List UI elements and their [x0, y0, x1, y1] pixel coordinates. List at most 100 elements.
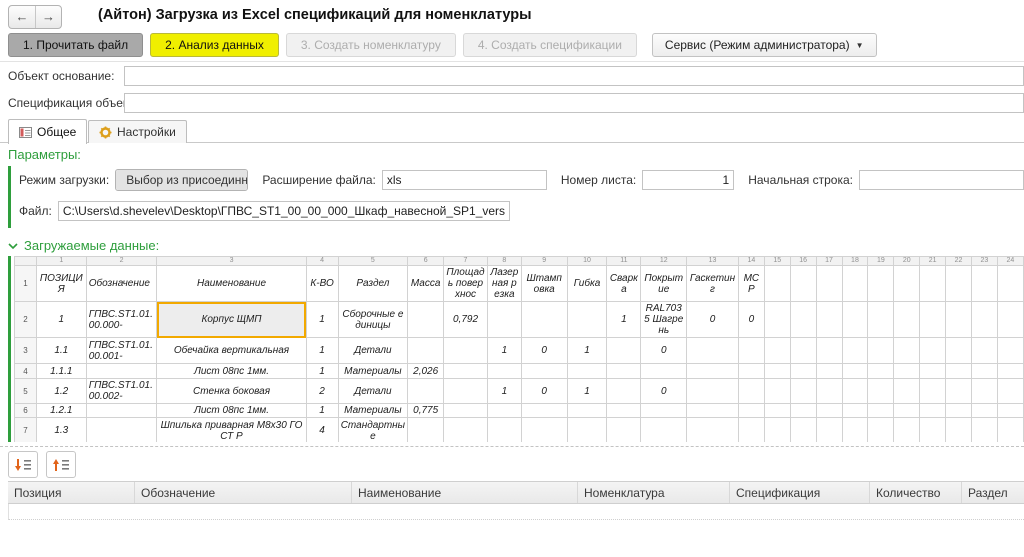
grid-cell[interactable] [407, 337, 445, 364]
grid-empty-cell[interactable] [919, 265, 947, 302]
grid-empty-cell[interactable] [867, 265, 895, 302]
grid-cell[interactable] [566, 417, 608, 442]
grid-empty-cell[interactable] [996, 301, 1024, 338]
grid-cell[interactable]: 1 [566, 337, 608, 364]
grid-cell[interactable] [606, 417, 642, 442]
grid-empty-cell[interactable] [945, 265, 972, 302]
grid-cell[interactable] [443, 417, 488, 442]
grid-empty-cell[interactable] [945, 363, 972, 379]
splitter-handle[interactable] [0, 446, 1024, 447]
grid-cell[interactable] [443, 403, 488, 418]
step-analyze-data-button[interactable]: 2. Анализ данных [150, 33, 279, 57]
grid-cell[interactable]: ГПВС.ST1.01.00.000- [85, 301, 158, 338]
grid-cell[interactable]: 1.1 [35, 337, 87, 364]
grid-cell[interactable] [407, 378, 445, 404]
grid-empty-cell[interactable] [763, 337, 791, 364]
grid-header-cell[interactable]: Лазерная резка [486, 265, 522, 302]
grid-cell[interactable] [566, 301, 608, 338]
grid-empty-cell[interactable] [945, 378, 972, 404]
grid-cell[interactable] [606, 403, 642, 418]
grid-cell[interactable]: Материалы [337, 363, 409, 379]
base-object-input[interactable] [124, 66, 1024, 86]
grid-cell[interactable] [85, 363, 158, 379]
grid-cell[interactable]: 2,026 [407, 363, 445, 379]
file-extension-input[interactable] [381, 170, 547, 190]
grid-empty-cell[interactable] [893, 403, 921, 418]
step-read-file-button[interactable]: 1. Прочитать файл [8, 33, 144, 57]
grid-empty-cell[interactable] [970, 378, 998, 404]
grid-empty-cell[interactable] [841, 417, 869, 442]
grid-header-cell[interactable]: Штамповка [520, 265, 568, 302]
grid-cell[interactable]: Детали [337, 337, 409, 364]
grid-cell[interactable] [640, 363, 688, 379]
grid-cell[interactable]: Материалы [337, 403, 409, 418]
grid-cell[interactable]: 1 [486, 378, 522, 404]
grid-header-cell[interactable]: Наименование [156, 265, 307, 302]
grid-empty-cell[interactable] [919, 378, 947, 404]
grid-header-cell[interactable]: Покрытие [640, 265, 688, 302]
sheet-number-input[interactable] [642, 170, 735, 190]
grid-header-cell[interactable]: МСР [737, 265, 765, 302]
grid-empty-cell[interactable] [893, 363, 921, 379]
grid-empty-cell[interactable] [893, 417, 921, 442]
grid-empty-cell[interactable] [815, 378, 843, 404]
grid-cell[interactable]: 0,775 [407, 403, 445, 418]
grid-empty-cell[interactable] [996, 378, 1024, 404]
grid-cell[interactable]: 0 [520, 337, 568, 364]
grid-cell[interactable] [486, 417, 522, 442]
grid-cell[interactable]: 1 [305, 301, 339, 338]
object-spec-input[interactable] [124, 93, 1024, 113]
grid-cell[interactable] [407, 417, 445, 442]
grid-header-cell[interactable]: Масса [407, 265, 445, 302]
file-path-input[interactable] [57, 201, 510, 221]
grid-empty-cell[interactable] [815, 417, 843, 442]
grid-empty-cell[interactable] [945, 417, 972, 442]
grid-empty-cell[interactable] [841, 265, 869, 302]
result-col-name[interactable]: Наименование [352, 482, 578, 503]
grid-header-cell[interactable]: Площадь поверхнос [443, 265, 488, 302]
grid-cell[interactable]: Шпилька приварная М8х30 ГОСТ Р [156, 417, 307, 442]
grid-cell[interactable] [640, 417, 688, 442]
grid-cell[interactable]: 1 [35, 301, 87, 338]
grid-cell[interactable] [640, 403, 688, 418]
grid-cell[interactable] [737, 417, 765, 442]
grid-cell[interactable]: Детали [337, 378, 409, 404]
grid-empty-cell[interactable] [789, 378, 817, 404]
grid-cell[interactable]: 1.2.1 [35, 403, 87, 418]
tab-settings[interactable]: Настройки [88, 120, 187, 143]
grid-empty-cell[interactable] [789, 265, 817, 302]
grid-header-cell[interactable]: ПОЗИЦИЯ [35, 265, 87, 302]
result-col-position[interactable]: Позиция [8, 482, 135, 503]
grid-empty-cell[interactable] [919, 337, 947, 364]
grid-empty-cell[interactable] [919, 417, 947, 442]
grid-empty-cell[interactable] [789, 403, 817, 418]
load-mode-option-attached[interactable]: Выбор из присоединненных [116, 170, 248, 190]
grid-empty-cell[interactable] [841, 403, 869, 418]
tab-general[interactable]: Общее [8, 119, 88, 144]
grid-cell[interactable]: 1 [305, 363, 339, 379]
grid-empty-cell[interactable] [893, 301, 921, 338]
grid-cell[interactable] [686, 378, 739, 404]
grid-cell[interactable] [606, 363, 642, 379]
grid-cell[interactable]: 0 [686, 301, 739, 338]
grid-cell[interactable]: 1.2 [35, 378, 87, 404]
grid-empty-cell[interactable] [763, 301, 791, 338]
grid-empty-cell[interactable] [789, 301, 817, 338]
result-table-body[interactable] [8, 504, 1024, 520]
grid-empty-cell[interactable] [841, 363, 869, 379]
loaded-data-section-header[interactable]: Загружаемые данные: [8, 238, 159, 253]
grid-header-cell[interactable]: Обозначение [85, 265, 158, 302]
grid-cell[interactable]: 1 [566, 378, 608, 404]
grid-empty-cell[interactable] [919, 403, 947, 418]
grid-empty-cell[interactable] [970, 265, 998, 302]
grid-empty-cell[interactable] [996, 417, 1024, 442]
grid-empty-cell[interactable] [867, 417, 895, 442]
grid-empty-cell[interactable] [763, 403, 791, 418]
grid-cell[interactable]: 1 [305, 403, 339, 418]
grid-cell[interactable] [686, 363, 739, 379]
grid-cell[interactable]: 1 [606, 301, 642, 338]
grid-empty-cell[interactable] [841, 337, 869, 364]
grid-empty-cell[interactable] [867, 363, 895, 379]
grid-empty-cell[interactable] [789, 417, 817, 442]
grid-empty-cell[interactable] [996, 363, 1024, 379]
